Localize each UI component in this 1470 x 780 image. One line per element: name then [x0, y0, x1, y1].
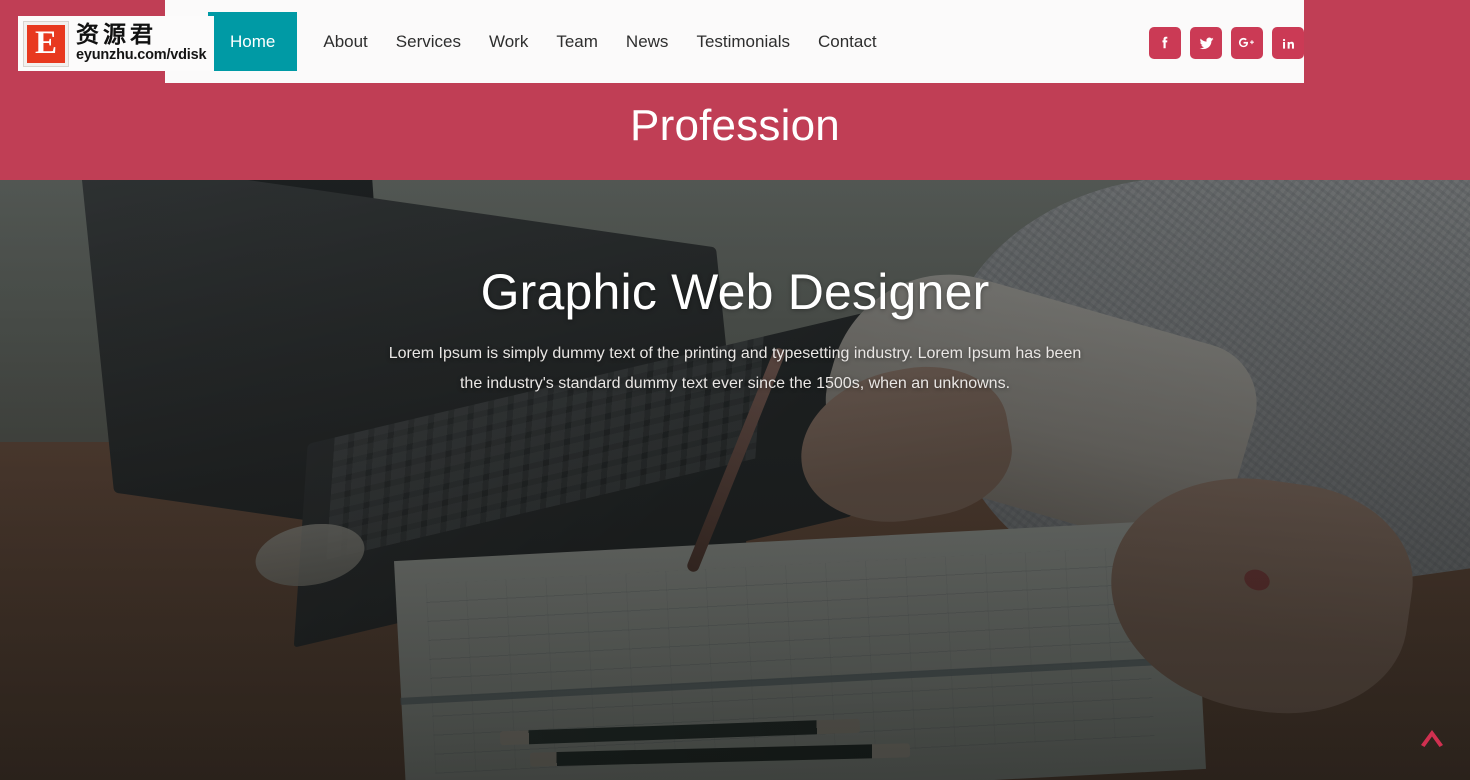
hero-section	[0, 180, 1470, 780]
chevron-up-icon	[1421, 730, 1443, 747]
page-root: Profession Home About Services Work Team…	[0, 0, 1470, 780]
logo-text-group: 资源君 eyunzhu.com/vdisk	[76, 21, 207, 64]
social-links	[1149, 27, 1304, 59]
main-navigation: Home About Services Work Team News Testi…	[208, 0, 891, 83]
nav-item-services[interactable]: Services	[382, 12, 475, 71]
logo-mark-letter: E	[34, 25, 57, 61]
nav-item-work[interactable]: Work	[475, 12, 542, 71]
hero-dark-overlay	[0, 180, 1470, 780]
logo-url: eyunzhu.com/vdisk	[76, 47, 207, 64]
nav-item-home[interactable]: Home	[208, 12, 298, 71]
nav-item-news[interactable]: News	[612, 12, 683, 71]
nav-item-contact[interactable]: Contact	[804, 12, 891, 71]
page-title: Profession	[630, 101, 840, 150]
twitter-icon[interactable]	[1190, 27, 1222, 59]
linkedin-icon[interactable]	[1272, 27, 1304, 59]
google-plus-icon[interactable]	[1231, 27, 1263, 59]
nav-item-testimonials[interactable]: Testimonials	[682, 12, 804, 71]
logo-mark-icon: E	[24, 21, 68, 66]
facebook-icon[interactable]	[1149, 27, 1181, 59]
scroll-to-top-button[interactable]	[1418, 725, 1446, 753]
logo-chinese-name: 资源君	[76, 21, 157, 48]
nav-item-team[interactable]: Team	[542, 12, 612, 71]
nav-item-about[interactable]: About	[309, 12, 381, 71]
site-logo-watermark[interactable]: E 资源君 eyunzhu.com/vdisk	[18, 16, 214, 71]
